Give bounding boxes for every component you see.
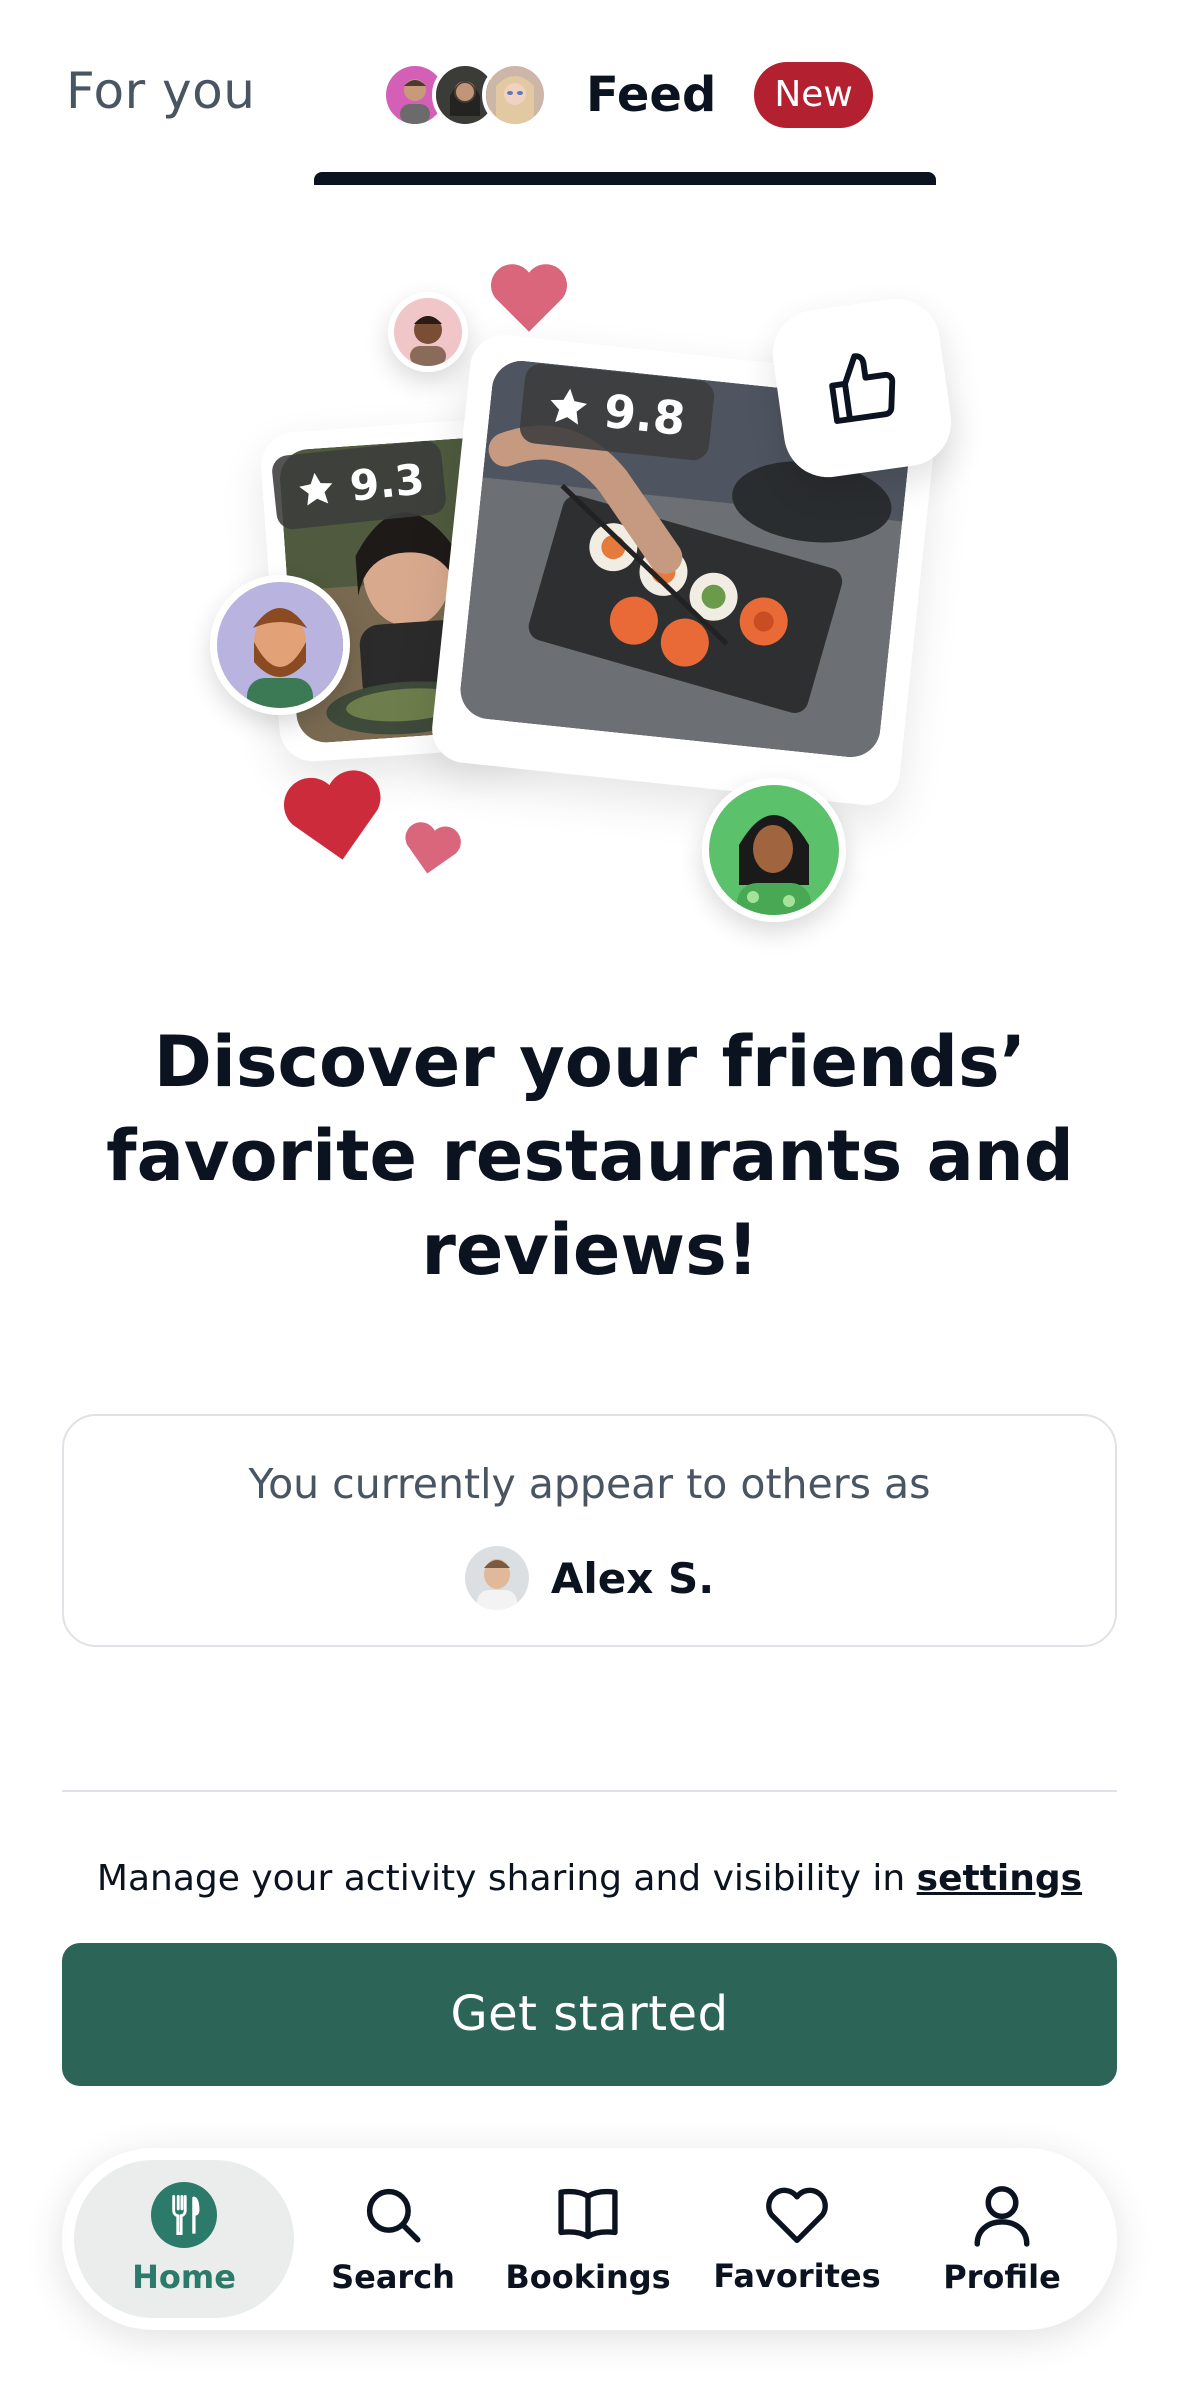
nav-label: Search	[331, 2258, 455, 2296]
search-icon	[366, 2188, 421, 2243]
visibility-text: You currently appear to others as	[248, 1460, 931, 1508]
star-icon	[299, 472, 333, 506]
nav-label: Favorites	[713, 2257, 881, 2295]
settings-link[interactable]: settings	[917, 1858, 1082, 1899]
manage-visibility-text: Manage your activity sharing and visibil…	[0, 1858, 1179, 1899]
friend-avatar	[388, 292, 468, 372]
tab-feed[interactable]: Feed New	[382, 56, 873, 134]
heart-icon	[491, 264, 567, 332]
friend-avatar	[482, 62, 548, 128]
nav-item-home[interactable]: Home	[74, 2160, 294, 2318]
star-icon	[550, 388, 588, 425]
nav-label: Profile	[943, 2258, 1061, 2296]
nav-item-search[interactable]: Search	[308, 2148, 478, 2330]
active-tab-indicator	[314, 172, 936, 185]
nav-item-favorites[interactable]: Favorites	[702, 2148, 892, 2330]
visibility-card: You currently appear to others as Alex S…	[62, 1414, 1117, 1647]
friend-avatars	[382, 62, 548, 128]
rating-value: 9.8	[601, 383, 688, 447]
nav-item-bookings[interactable]: Bookings	[498, 2148, 678, 2330]
divider	[62, 1790, 1117, 1792]
nav-label: Bookings	[505, 2258, 671, 2296]
heart-icon	[405, 822, 461, 874]
tab-for-you[interactable]: For you	[66, 62, 255, 120]
bottom-nav: Home Search Bookings Favorites Profile	[62, 2148, 1117, 2330]
friend-avatar	[210, 575, 350, 715]
new-badge: New	[754, 62, 873, 128]
book-icon	[558, 2188, 618, 2240]
avatar	[464, 1546, 529, 1610]
heart-icon	[766, 2187, 828, 2243]
thumbs-up-icon	[829, 353, 896, 424]
thumbs-up-bubble	[767, 293, 957, 483]
nav-item-profile[interactable]: Profile	[922, 2148, 1082, 2330]
feed-label: Feed	[586, 67, 717, 123]
nav-label: Home	[132, 2258, 236, 2296]
user-icon	[974, 2186, 1030, 2247]
get-started-button[interactable]: Get started	[62, 1943, 1117, 2086]
rating-value: 9.3	[347, 453, 427, 511]
friend-avatar	[702, 778, 846, 922]
fork-knife-icon	[151, 2182, 217, 2248]
heart-icon	[283, 770, 381, 860]
top-tabs: For you Feed New	[0, 0, 1179, 190]
hero-illustration: 9.3 9.8	[0, 230, 1179, 930]
manage-text: Manage your activity sharing and visibil…	[96, 1858, 917, 1899]
user-name: Alex S.	[550, 1553, 715, 1603]
page-title: Discover your friends’ favorite restaura…	[106, 1021, 1074, 1291]
current-user: Alex S.	[64, 1546, 1115, 1610]
